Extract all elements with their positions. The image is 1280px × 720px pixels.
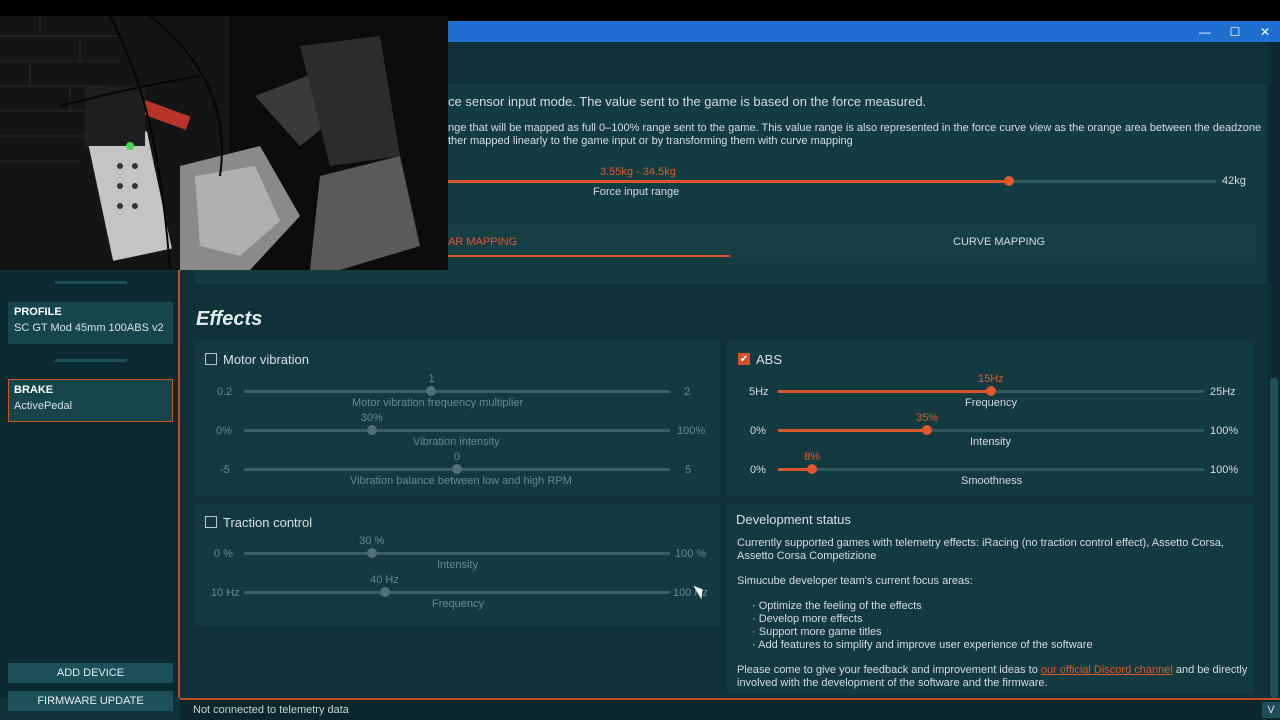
webcam-overlay (0, 16, 448, 270)
traction-intensity-handle[interactable] (366, 548, 377, 558)
abs-freq-label: Frequency (965, 397, 1017, 409)
webcam-pedal-image (0, 16, 448, 270)
force-range-max: 42kg (1222, 175, 1246, 187)
profile-card[interactable]: PROFILE SC GT Mod 45mm 100ABS v2 ... (8, 302, 173, 344)
brake-value: ActivePedal (14, 400, 73, 412)
dev-paragraph2: Simucube developer team's current focus … (737, 575, 973, 587)
abs-label: ABS (756, 352, 783, 367)
traction-freq-track[interactable] (244, 591, 670, 594)
sensor-description-line2: ther mapped linearly to the game input o… (448, 135, 853, 147)
profile-title: PROFILE (14, 306, 62, 318)
traction-intensity-max: 100 % (675, 548, 707, 560)
sensor-mode-text: ce sensor input mode. The value sent to … (448, 94, 927, 109)
sidebar-separator (55, 281, 127, 284)
dev-paragraph1-line1: Currently supported games with telemetry… (737, 537, 1224, 549)
force-range-value: 3.55kg - 34.5kg (600, 166, 676, 178)
dev-bullet-1-text: Optimize the feeling of the effects (758, 600, 922, 612)
abs-freq-min: 5Hz (749, 386, 769, 398)
brake-title: BRAKE (14, 384, 54, 396)
traction-freq-value: 40 Hz (370, 574, 399, 586)
abs-freq-max: 25Hz (1210, 386, 1236, 398)
sensor-description-line1: nge that will be mapped as full 0–100% r… (448, 122, 1262, 134)
close-button[interactable]: ✕ (1250, 21, 1280, 42)
tab-linear-mapping[interactable]: AR MAPPING (448, 236, 517, 248)
scrollbar-thumb[interactable] (1270, 378, 1278, 698)
firmware-update-button[interactable]: FIRMWARE UPDATE (8, 691, 173, 711)
motor-intensity-handle[interactable] (366, 425, 377, 435)
abs-intensity-label: Intensity (970, 436, 1011, 448)
abs-intensity-fill (778, 429, 928, 432)
motor-balance-value: 0 (454, 451, 461, 463)
traction-control-label: Traction control (223, 515, 313, 530)
force-range-fill (448, 180, 1009, 183)
dev-paragraph3-line2: involved with the development of the sof… (737, 677, 1048, 689)
force-range-label: Force input range (593, 186, 680, 198)
sidebar-separator (55, 359, 127, 362)
abs-smoothness-track[interactable] (778, 468, 1204, 471)
dev-bullet-1: · Optimize the feeling of the effects (752, 600, 922, 612)
maximize-button[interactable]: ☐ (1220, 21, 1250, 42)
effects-title: Effects (196, 308, 263, 330)
discord-link[interactable]: our official Discord channel (1041, 664, 1173, 676)
motor-freq-min: 0.2 (217, 386, 233, 398)
tab-curve-mapping[interactable]: CURVE MAPPING (953, 236, 1045, 248)
dev-bullet-2-text: Develop more effects (758, 613, 863, 625)
abs-smoothness-min: 0% (750, 464, 766, 476)
traction-freq-label: Frequency (432, 598, 484, 610)
motor-freq-value: 1 (428, 373, 435, 385)
abs-freq-handle[interactable] (986, 386, 996, 396)
motor-vibration-label: Motor vibration (223, 352, 309, 367)
motor-freq-label: Motor vibration frequency multiplier (352, 397, 524, 409)
add-device-button[interactable]: ADD DEVICE (8, 663, 173, 683)
dev-p3-text-a: Please come to give your feedback and im… (737, 664, 1041, 676)
dev-p3-text-b: and be directly (1172, 664, 1248, 676)
version-button[interactable]: V (1262, 702, 1280, 718)
traction-intensity-min: 0 % (214, 548, 233, 560)
abs-card (727, 341, 1254, 496)
telemetry-status: Not connected to telemetry data (193, 704, 349, 716)
abs-freq-value: 15Hz (978, 373, 1004, 385)
abs-smoothness-max: 100% (1210, 464, 1239, 476)
motor-intensity-track[interactable] (244, 429, 670, 432)
abs-intensity-value: 35% (916, 412, 939, 424)
motor-balance-min: -5 (220, 464, 230, 476)
motor-balance-max: 5 (685, 464, 692, 476)
profile-value: SC GT Mod 45mm 100ABS v2 ... (14, 322, 167, 334)
dev-bullet-4: · Add features to simplify and improve u… (752, 639, 1093, 651)
minimize-button[interactable]: — (1190, 21, 1220, 42)
force-range-handle[interactable] (1003, 176, 1014, 186)
dev-paragraph1-line2: Assetto Corsa Competizione (737, 550, 877, 562)
dev-paragraph3-line1: Please come to give your feedback and im… (737, 664, 1247, 676)
dev-bullet-3-text: Support more game titles (758, 626, 882, 638)
motor-intensity-label: Vibration intensity (413, 436, 500, 448)
traction-intensity-track[interactable] (244, 552, 670, 555)
motor-balance-label: Vibration balance between low and high R… (350, 475, 572, 487)
motor-intensity-max: 100% (677, 425, 706, 437)
abs-smoothness-label: Smoothness (961, 475, 1023, 487)
motor-freq-track[interactable] (244, 390, 670, 393)
traction-control-checkbox[interactable] (205, 516, 217, 528)
traction-intensity-label: Intensity (437, 559, 478, 571)
traction-freq-min: 10 Hz (211, 587, 240, 599)
abs-checkbox[interactable]: ✔ (738, 353, 750, 365)
traction-intensity-value: 30 % (359, 535, 385, 547)
brake-device-card[interactable]: BRAKE ActivePedal (8, 379, 173, 422)
development-status-title: Development status (736, 512, 851, 527)
traction-freq-handle[interactable] (379, 587, 390, 597)
active-tab-indicator (440, 255, 730, 257)
motor-balance-handle[interactable] (452, 464, 462, 474)
status-bar: Not connected to telemetry data V (180, 698, 1280, 720)
motor-intensity-value: 30% (360, 412, 383, 424)
abs-intensity-max: 100% (1210, 425, 1239, 437)
dev-bullet-3: · Support more game titles (752, 626, 882, 638)
motor-intensity-min: 0% (216, 425, 232, 437)
abs-freq-fill (778, 390, 991, 393)
abs-smoothness-value: 8% (804, 451, 820, 463)
dev-bullet-4-text: Add features to simplify and improve use… (758, 639, 1093, 651)
dev-bullet-2: · Develop more effects (752, 613, 863, 625)
motor-vibration-checkbox[interactable] (205, 353, 217, 365)
motor-freq-max: 2 (684, 386, 691, 398)
mapping-tabs (440, 225, 1256, 258)
abs-intensity-min: 0% (750, 425, 766, 437)
